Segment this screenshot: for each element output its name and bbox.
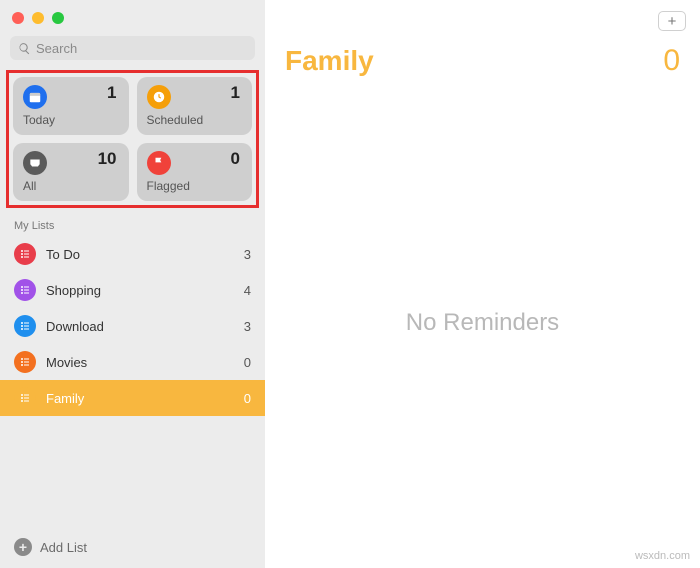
- card-today[interactable]: 1 Today: [13, 77, 129, 135]
- list-item-count: 3: [244, 319, 251, 334]
- list-item-label: Download: [46, 319, 234, 334]
- fullscreen-icon[interactable]: [52, 12, 64, 24]
- list-item-label: Family: [46, 391, 234, 406]
- plus-icon: +: [668, 13, 677, 30]
- list-item-count: 0: [244, 391, 251, 406]
- section-label-my-lists: My Lists: [0, 214, 265, 236]
- lists: To Do 3 Shopping 4 Download 3 Movies 0 F…: [0, 236, 265, 526]
- list-icon: [14, 243, 36, 265]
- search-input[interactable]: Search: [10, 36, 255, 60]
- smart-lists-highlight: 1 Today 1 Scheduled 10 All: [6, 70, 259, 208]
- list-icon: [14, 387, 36, 409]
- plus-icon: +: [14, 538, 32, 556]
- close-icon[interactable]: [12, 12, 24, 24]
- card-all-count: 10: [98, 149, 117, 169]
- minimize-icon[interactable]: [32, 12, 44, 24]
- list-item-count: 4: [244, 283, 251, 298]
- card-flagged-label: Flagged: [147, 179, 243, 193]
- smart-lists: 1 Today 1 Scheduled 10 All: [13, 77, 252, 201]
- list-item-label: Shopping: [46, 283, 234, 298]
- card-flagged[interactable]: 0 Flagged: [137, 143, 253, 201]
- flag-icon: [147, 151, 171, 175]
- card-all-label: All: [23, 179, 119, 193]
- card-scheduled[interactable]: 1 Scheduled: [137, 77, 253, 135]
- list-item-count: 3: [244, 247, 251, 262]
- list-item[interactable]: Download 3: [0, 308, 265, 344]
- search-placeholder: Search: [36, 41, 77, 56]
- card-scheduled-label: Scheduled: [147, 113, 243, 127]
- window-controls: [0, 0, 265, 32]
- list-item[interactable]: Shopping 4: [0, 272, 265, 308]
- search-icon: [18, 42, 31, 55]
- tray-icon: [23, 151, 47, 175]
- calendar-icon: [23, 85, 47, 109]
- watermark: wsxdn.com: [635, 550, 690, 562]
- card-flagged-count: 0: [231, 149, 240, 169]
- list-item[interactable]: To Do 3: [0, 236, 265, 272]
- clock-icon: [147, 85, 171, 109]
- list-count: 0: [663, 44, 680, 78]
- card-scheduled-count: 1: [231, 83, 240, 103]
- list-header: Family 0: [265, 34, 700, 78]
- main-pane: + Family 0 No Reminders wsxdn.com: [265, 0, 700, 568]
- sidebar: Search 1 Today 1 Scheduled: [0, 0, 265, 568]
- add-list-label: Add List: [40, 540, 87, 555]
- card-today-label: Today: [23, 113, 119, 127]
- list-icon: [14, 315, 36, 337]
- list-title: Family: [285, 45, 374, 77]
- list-item[interactable]: Family 0: [0, 380, 265, 416]
- toolbar: +: [265, 0, 700, 34]
- list-icon: [14, 351, 36, 373]
- list-item[interactable]: Movies 0: [0, 344, 265, 380]
- add-list-button[interactable]: + Add List: [0, 526, 265, 568]
- add-reminder-button[interactable]: +: [658, 11, 686, 31]
- card-today-count: 1: [107, 83, 116, 103]
- list-item-label: Movies: [46, 355, 234, 370]
- empty-state: No Reminders: [265, 78, 700, 568]
- list-item-label: To Do: [46, 247, 234, 262]
- window: Search 1 Today 1 Scheduled: [0, 0, 700, 568]
- list-icon: [14, 279, 36, 301]
- list-item-count: 0: [244, 355, 251, 370]
- card-all[interactable]: 10 All: [13, 143, 129, 201]
